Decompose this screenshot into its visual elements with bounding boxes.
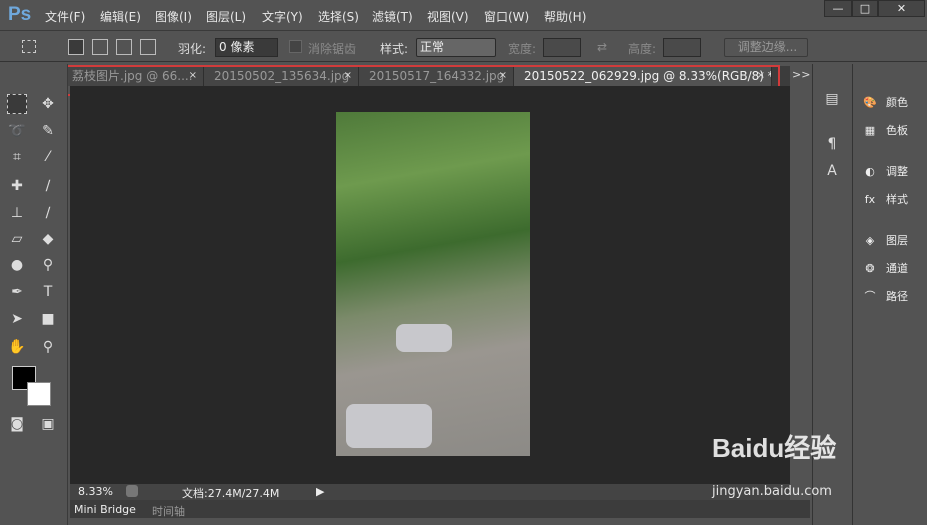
intersect-selection-icon[interactable]: [140, 39, 156, 55]
healing-tool-icon[interactable]: ✚: [7, 176, 27, 196]
history-panel-icon[interactable]: ▤: [822, 89, 842, 109]
quick-mask-icon[interactable]: ◙: [7, 414, 27, 434]
tabs-overflow-button[interactable]: >>: [792, 68, 810, 81]
panel-swatches[interactable]: ▦ 色板: [860, 122, 908, 138]
swap-icon[interactable]: ⇄: [597, 40, 607, 54]
close-button[interactable]: ✕: [878, 0, 925, 17]
adjust-icon: ◐: [865, 165, 875, 178]
tab-mini-bridge[interactable]: Mini Bridge: [74, 503, 136, 516]
car-image: [346, 404, 432, 448]
menu-edit[interactable]: 编辑(E): [100, 8, 141, 25]
feather-input[interactable]: 0 像素: [215, 38, 278, 57]
marquee-preset-icon[interactable]: [22, 40, 36, 53]
layers-icon: ◈: [865, 234, 875, 247]
rectangle-tool-icon[interactable]: ■: [38, 309, 58, 329]
marquee-tool-icon[interactable]: [7, 94, 27, 114]
new-selection-icon[interactable]: [68, 39, 84, 55]
width-input[interactable]: [543, 38, 581, 57]
panel-styles[interactable]: fx 样式: [860, 191, 908, 207]
hand-tool-icon[interactable]: ✋: [7, 337, 27, 357]
history-brush-icon[interactable]: ∕: [38, 203, 58, 223]
stamp-tool-icon[interactable]: ⊥: [7, 203, 27, 223]
menu-window[interactable]: 窗口(W): [484, 8, 529, 25]
grid-icon: ▦: [864, 124, 876, 137]
eraser-tool-icon[interactable]: ▱: [7, 229, 27, 249]
antialias-label: 消除锯齿: [308, 42, 357, 56]
menu-layer[interactable]: 图层(L): [206, 8, 246, 25]
feather-label: 羽化:: [178, 42, 207, 56]
path-select-icon[interactable]: ➤: [7, 309, 27, 329]
baidu-watermark: Baidu经验: [712, 433, 837, 463]
maximize-button[interactable]: □: [852, 0, 878, 17]
status-info-icon[interactable]: [126, 485, 138, 497]
quick-select-tool-icon[interactable]: ✎: [38, 121, 58, 141]
car-image: [396, 324, 452, 352]
eyedropper-tool-icon[interactable]: ⁄: [38, 147, 58, 167]
menu-file[interactable]: 文件(F): [45, 8, 85, 25]
menu-filter[interactable]: 滤镜(T): [372, 8, 413, 25]
height-label: 高度:: [628, 42, 657, 56]
status-menu-arrow-icon[interactable]: ▶: [316, 485, 324, 498]
move-tool-icon[interactable]: ✥: [38, 94, 58, 114]
height-input[interactable]: [663, 38, 701, 57]
menu-help[interactable]: 帮助(H): [544, 8, 586, 25]
subtract-selection-icon[interactable]: [116, 39, 132, 55]
dodge-tool-icon[interactable]: ⚲: [38, 255, 58, 275]
status-bar: 8.33% 文档:27.4M/27.4M ▶: [70, 484, 790, 500]
type-tool-icon[interactable]: T: [38, 282, 58, 302]
panel-color[interactable]: 🎨 颜色: [860, 94, 908, 110]
menu-select[interactable]: 选择(S): [318, 8, 359, 25]
character-panel-icon[interactable]: A: [822, 161, 842, 181]
blur-tool-icon[interactable]: ●: [7, 255, 27, 275]
paragraph-panel-icon[interactable]: ¶: [822, 134, 842, 154]
antialias-checkbox[interactable]: [289, 40, 302, 53]
background-color-swatch[interactable]: [27, 382, 51, 406]
menu-type[interactable]: 文字(Y): [262, 8, 303, 25]
add-selection-icon[interactable]: [92, 39, 108, 55]
ps-logo: Ps: [8, 4, 32, 25]
refine-edge-button[interactable]: 调整边缘...: [724, 38, 808, 57]
zoom-level[interactable]: 8.33%: [78, 485, 113, 498]
menu-image[interactable]: 图像(I): [155, 8, 192, 25]
menu-view[interactable]: 视图(V): [427, 8, 469, 25]
panel-paths[interactable]: ⌒ 路径: [860, 288, 909, 304]
document-image[interactable]: [336, 112, 530, 456]
screen-mode-icon[interactable]: ▣: [38, 414, 58, 434]
tools-panel: ✥ ➰ ✎ ⌗ ⁄ ✚ ∕ ⊥ ∕ ▱ ◆ ● ⚲ ✒ T ➤ ■ ✋ ⚲ ◙ …: [0, 64, 68, 525]
menu-bar: Ps 文件(F) 编辑(E) 图像(I) 图层(L) 文字(Y) 选择(S) 滤…: [0, 0, 927, 31]
bottom-panel-tabs: Mini Bridge 时间轴: [70, 500, 810, 518]
minimize-button[interactable]: —: [824, 0, 852, 17]
paint-bucket-icon[interactable]: ◆: [38, 229, 58, 249]
fx-icon: fx: [864, 193, 876, 206]
brush-tool-icon[interactable]: ∕: [38, 176, 58, 196]
zoom-tool-icon[interactable]: ⚲: [38, 337, 58, 357]
lasso-tool-icon[interactable]: ➰: [7, 121, 27, 141]
document-size: 文档:27.4M/27.4M: [182, 487, 280, 500]
panel-adjustments[interactable]: ◐ 调整: [860, 163, 908, 179]
panel-channels[interactable]: ❂ 通道: [860, 260, 908, 276]
channels-icon: ❂: [865, 262, 875, 275]
tab-timeline[interactable]: 时间轴: [152, 503, 185, 519]
style-label: 样式:: [380, 42, 409, 56]
width-label: 宽度:: [508, 42, 537, 56]
paths-icon: ⌒: [864, 290, 876, 303]
style-select[interactable]: 正常: [416, 38, 496, 57]
crop-tool-icon[interactable]: ⌗: [7, 147, 27, 167]
panel-layers[interactable]: ◈ 图层: [860, 232, 908, 248]
palette-icon: 🎨: [863, 96, 877, 109]
pen-tool-icon[interactable]: ✒: [7, 282, 27, 302]
watermark-url: jingyan.baidu.com: [712, 484, 832, 499]
